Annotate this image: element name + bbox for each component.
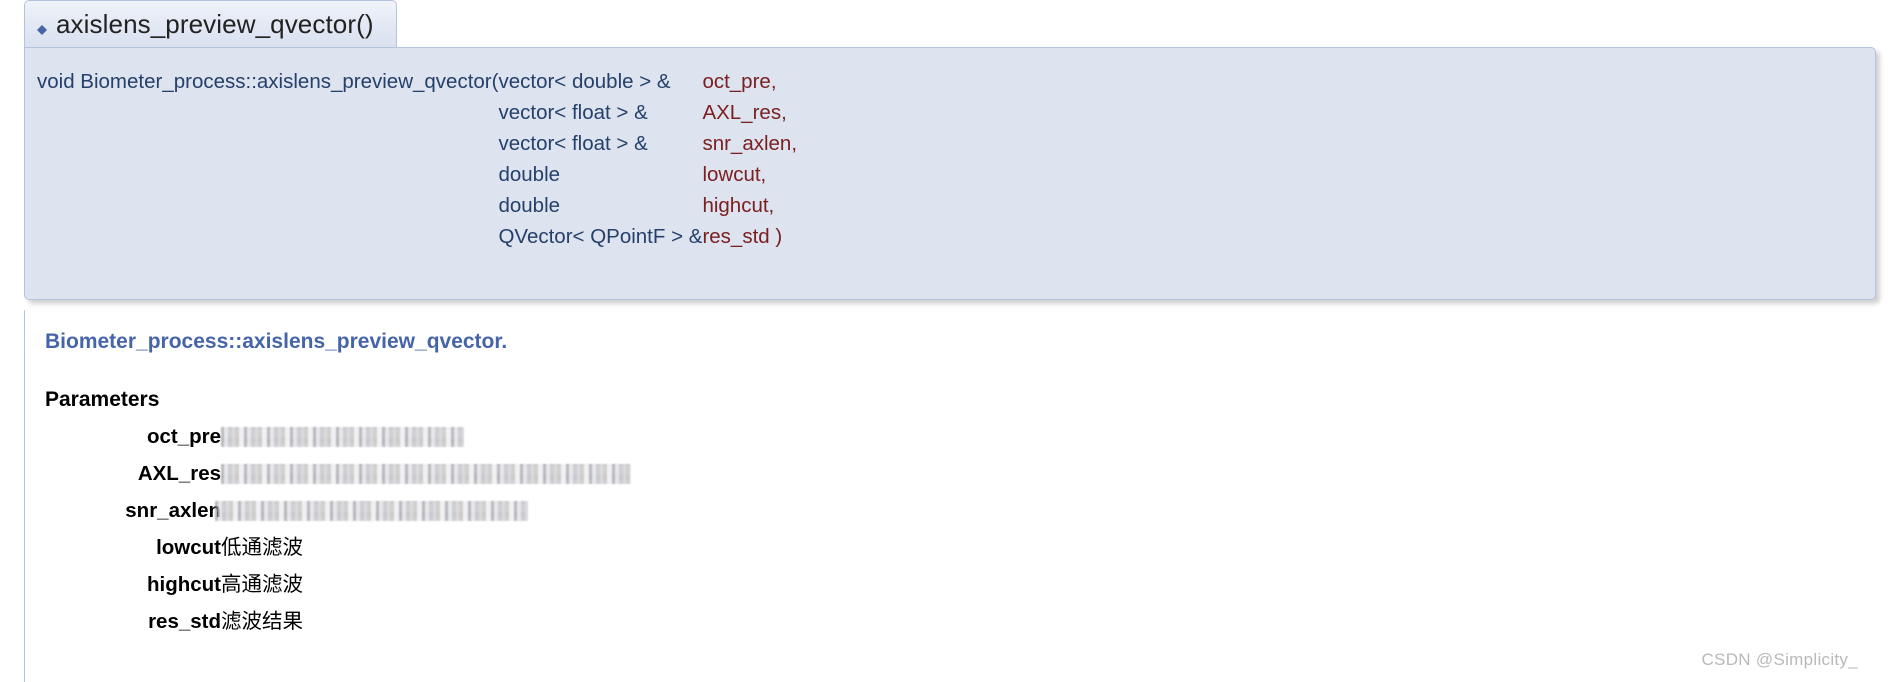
parameter-desc-highcut: 高通滤波 [221, 573, 303, 596]
param-name-1: AXL_res, [702, 101, 787, 124]
signature-row: vector< float > & AXL_res, [37, 97, 797, 128]
open-paren: ( [491, 70, 499, 93]
param-name-2: snr_axlen, [702, 132, 798, 155]
param-name-3: lowcut, [702, 163, 767, 186]
watermark-label: CSDN @Simplicity_ [1701, 650, 1858, 669]
parameters-table: oct_pre AXL_res snr_axlen lowcut 低通滤波 hi… [75, 418, 631, 640]
table-row: oct_pre [75, 418, 631, 455]
member-title-label: axislens_preview_qvector() [56, 9, 374, 39]
description-line: Biometer_process::axislens_preview_qvect… [45, 330, 507, 354]
param-type-4: double [498, 194, 561, 217]
function-prototype-box: void Biometer_process::axislens_preview_… [24, 47, 1876, 300]
redacted-text-block [215, 501, 528, 521]
member-title-tab[interactable]: axislens_preview_qvector() [24, 0, 397, 48]
parameter-name-highcut: highcut [146, 573, 221, 596]
signature-indent [37, 97, 492, 128]
param-type-2: vector< float > & [498, 132, 648, 155]
parameter-name-res_std: res_std [148, 610, 221, 633]
signature-indent [37, 190, 492, 221]
signature-indent [492, 128, 499, 159]
param-name-5: res_std ) [702, 225, 783, 248]
param-type-5: QVector< QPointF > & [498, 225, 703, 248]
signature-indent [492, 159, 499, 190]
parameter-name-lowcut: lowcut [156, 536, 221, 559]
parameter-desc-oct_pre [221, 418, 631, 455]
signature-indent [492, 190, 499, 221]
signature-indent [37, 221, 492, 252]
signature-indent [492, 221, 499, 252]
table-row: snr_axlen [75, 492, 631, 529]
signature-indent [492, 97, 499, 128]
param-name-0: oct_pre, [702, 70, 777, 93]
diamond-bullet-icon [37, 20, 47, 35]
signature-row: vector< float > & snr_axlen, [37, 128, 797, 159]
signature-row: double highcut, [37, 190, 797, 221]
parameter-desc-lowcut: 低通滤波 [221, 536, 303, 559]
parameter-desc-res_std: 滤波结果 [221, 610, 303, 633]
signature-row: void Biometer_process::axislens_preview_… [37, 66, 797, 97]
description-period: . [501, 330, 508, 353]
function-signature-name: void Biometer_process::axislens_preview_… [37, 70, 492, 93]
parameter-name-snr_axlen: snr_axlen [125, 499, 221, 522]
description-reference-link[interactable]: Biometer_process::axislens_preview_qvect… [45, 330, 501, 353]
table-row: lowcut 低通滤波 [75, 529, 631, 566]
signature-indent [37, 159, 492, 190]
table-row: highcut 高通滤波 [75, 566, 631, 603]
param-type-1: vector< float > & [498, 101, 648, 124]
redacted-text-block [221, 427, 464, 447]
signature-row: double lowcut, [37, 159, 797, 190]
signature-row: QVector< QPointF > & res_std ) [37, 221, 797, 252]
parameter-name-oct_pre: oct_pre [146, 425, 221, 448]
signature-indent [37, 128, 492, 159]
param-type-3: double [498, 163, 561, 186]
signature-table: void Biometer_process::axislens_preview_… [37, 66, 797, 252]
redacted-text-block [221, 464, 631, 484]
parameters-heading: Parameters [45, 388, 160, 411]
table-row: AXL_res [75, 455, 631, 492]
parameter-desc-AXL_res [221, 455, 631, 492]
parameter-name-AXL_res: AXL_res [137, 462, 221, 485]
parameter-desc-snr_axlen [215, 492, 631, 529]
param-name-4: highcut, [702, 194, 775, 217]
param-type-0: vector< double > & [498, 70, 671, 93]
table-row: res_std 滤波结果 [75, 603, 631, 640]
member-documentation-body: Biometer_process::axislens_preview_qvect… [24, 310, 1876, 682]
